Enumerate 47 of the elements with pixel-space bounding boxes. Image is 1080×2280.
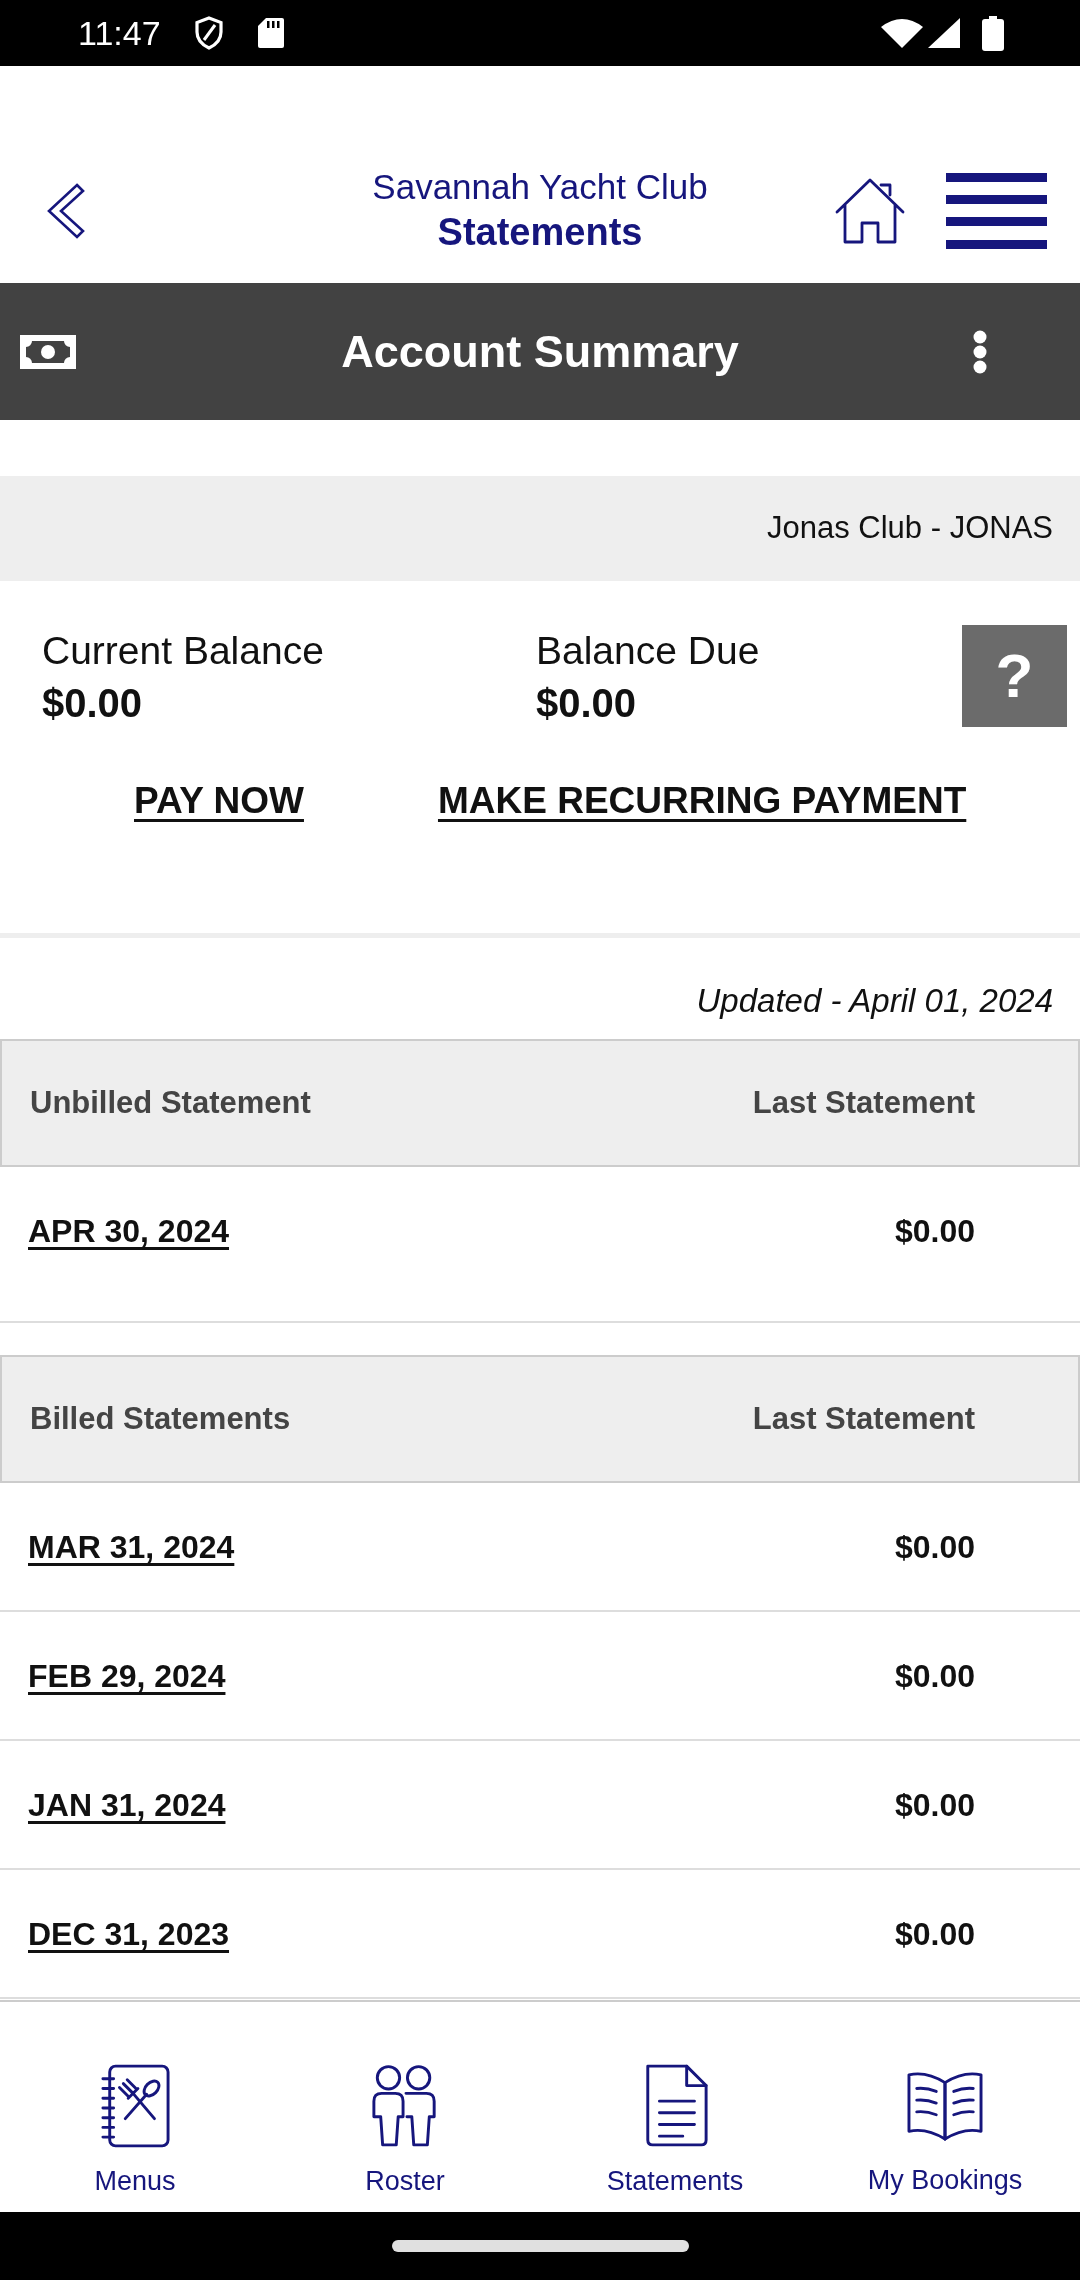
nav-tab[interactable]: My Bookings [810, 2002, 1080, 2212]
open-book-icon [905, 2069, 985, 2143]
home-button[interactable] [834, 177, 906, 245]
balance-label: Balance Due [536, 628, 760, 674]
statement-amount: $0.00 [894, 1785, 975, 1825]
balance-amount: $0.00 [536, 680, 638, 727]
statement-date-link[interactable]: DEC 31, 2023 [28, 1913, 229, 1954]
wifi-icon [880, 18, 924, 48]
statement-date-link[interactable]: APR 30, 2024 [28, 1211, 229, 1251]
statement-amount: $0.00 [894, 1527, 975, 1567]
column-header: Last Statement [752, 1083, 975, 1122]
balance-label: Current Balance [42, 628, 325, 674]
home-icon [834, 177, 906, 245]
nav-tab[interactable]: Menus [0, 2002, 270, 2212]
cutlery-book-icon [100, 2064, 170, 2148]
statement-amount: $0.00 [894, 1212, 975, 1251]
shield-icon [193, 16, 224, 50]
menu-icon [946, 173, 1047, 249]
clock-time: 11:47 [78, 16, 161, 50]
battery-icon [982, 15, 1004, 51]
pay-now-link[interactable]: PAY NOW [134, 776, 304, 826]
sd-card-icon [256, 17, 285, 49]
nav-tab[interactable]: Roster [270, 2002, 540, 2212]
menu-button[interactable] [946, 173, 1047, 249]
help-button[interactable]: ? [962, 625, 1067, 727]
more-icon [972, 329, 988, 374]
statement-amount: $0.00 [894, 1656, 975, 1696]
club-name: Savannah Yacht Club [372, 166, 708, 208]
statement-date-link[interactable]: FEB 29, 2024 [28, 1655, 226, 1696]
statement-date-link[interactable]: MAR 31, 2024 [28, 1526, 235, 1567]
section-title: Account Summary [341, 324, 739, 379]
page-title: Statements [436, 210, 644, 255]
column-header: Unbilled Statement [30, 1083, 311, 1122]
cash-icon [20, 334, 76, 369]
recurring-payment-link[interactable]: MAKE RECURRING PAYMENT [437, 776, 967, 826]
column-header: Billed Statements [30, 1399, 291, 1438]
back-button[interactable] [46, 183, 86, 239]
column-header: Last Statement [752, 1399, 975, 1438]
back-icon [46, 183, 86, 239]
balance-amount: $0.00 [42, 680, 144, 727]
updated-date: Updated - April 01, 2024 [696, 982, 1053, 1019]
statement-date-link[interactable]: JAN 31, 2024 [28, 1784, 226, 1825]
more-button[interactable] [972, 329, 988, 374]
nav-tab[interactable]: Statements [540, 2002, 810, 2212]
statement-amount: $0.00 [894, 1914, 975, 1954]
account-name: Jonas Club - JONAS [767, 509, 1053, 548]
signal-icon [928, 18, 960, 48]
